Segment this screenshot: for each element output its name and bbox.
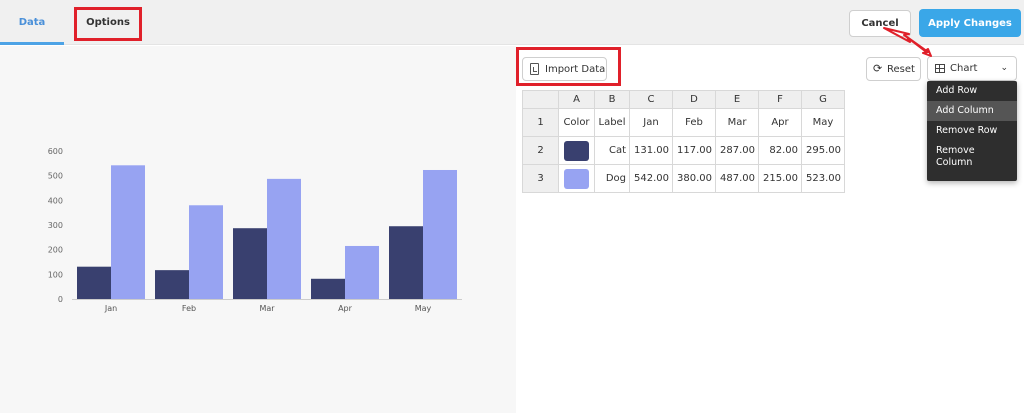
menu-item-add-column[interactable]: Add Column [927, 101, 1017, 121]
tab-options[interactable]: Options [74, 0, 142, 45]
table-cell[interactable]: 215.00 [758, 164, 802, 193]
y-tick-label: 400 [48, 196, 63, 205]
cancel-button[interactable]: Cancel [849, 10, 911, 37]
bar-chart: 0 100 200 300 400 500 600 Jan Feb Mar Apr May [48, 147, 462, 313]
table-cell[interactable]: Feb [672, 108, 716, 137]
y-tick-label: 0 [58, 295, 63, 304]
table-cell[interactable]: 487.00 [715, 164, 759, 193]
color-swatch[interactable] [564, 140, 589, 161]
table-row: 2 Cat 131.00 117.00 287.00 82.00 295.00 [522, 136, 845, 165]
column-letter[interactable]: G [801, 90, 845, 109]
menu-item-remove-row[interactable]: Remove Row [927, 121, 1017, 141]
table-row: 3 Dog 542.00 380.00 487.00 215.00 523.00 [522, 164, 845, 193]
color-cell[interactable] [558, 136, 595, 165]
import-data-label: Import Data [545, 63, 606, 75]
file-import-icon [530, 63, 539, 75]
bar-dog-feb [189, 205, 223, 299]
bar-dog-jan [111, 165, 145, 299]
x-tick-label: Apr [338, 304, 353, 313]
color-cell[interactable] [558, 164, 595, 193]
chart-preview-pane: 0 100 200 300 400 500 600 Jan Feb Mar Apr May [0, 46, 516, 413]
x-tick-label: Feb [182, 304, 196, 313]
column-letter[interactable]: B [594, 90, 630, 109]
bar-dog-mar [267, 178, 301, 299]
reset-label: Reset [887, 63, 915, 75]
table-cell[interactable]: Color [558, 108, 595, 137]
menu-item-add-row[interactable]: Add Row [927, 81, 1017, 101]
bar-cat-apr [311, 278, 345, 299]
table-cell[interactable]: 523.00 [801, 164, 845, 193]
table-cell[interactable]: 287.00 [715, 136, 759, 165]
reset-button[interactable]: ⟳ Reset [866, 57, 921, 81]
table-row: 1 Color Label Jan Feb Mar Apr May [522, 108, 845, 137]
y-tick-label: 600 [48, 147, 63, 156]
row-number[interactable]: 1 [522, 108, 559, 137]
table-cell[interactable]: 295.00 [801, 136, 845, 165]
x-tick-label: Mar [259, 304, 275, 313]
table-cell[interactable]: 131.00 [629, 136, 673, 165]
tab-data[interactable]: Data [0, 0, 64, 45]
column-letter[interactable]: D [672, 90, 716, 109]
column-letter-row: A B C D E F G [522, 90, 845, 109]
table-cell[interactable]: 542.00 [629, 164, 673, 193]
table-cell[interactable]: May [801, 108, 845, 137]
table-icon [935, 64, 945, 73]
column-letter[interactable]: A [558, 90, 595, 109]
import-data-button[interactable]: Import Data [522, 57, 607, 81]
column-letter[interactable]: E [715, 90, 759, 109]
bar-dog-apr [345, 245, 379, 299]
table-corner [522, 90, 559, 109]
dropdown-menu: Add Row Add Column Remove Row Remove Col… [927, 81, 1017, 181]
y-tick-label: 300 [48, 221, 63, 230]
color-swatch[interactable] [564, 168, 589, 189]
table-cell[interactable]: 117.00 [672, 136, 716, 165]
row-number[interactable]: 3 [522, 164, 559, 193]
y-tick-label: 100 [48, 270, 63, 279]
table-cell[interactable]: Mar [715, 108, 759, 137]
top-bar: Data Options Cancel Apply Changes [0, 0, 1024, 45]
bar-cat-may [389, 226, 423, 299]
x-tick-label: May [415, 304, 432, 313]
reset-icon: ⟳ [873, 62, 883, 75]
column-letter[interactable]: C [629, 90, 673, 109]
table-cell[interactable]: Dog [594, 164, 630, 193]
column-letter[interactable]: F [758, 90, 802, 109]
y-tick-label: 200 [48, 246, 63, 255]
bar-dog-may [423, 169, 457, 299]
bar-cat-mar [233, 228, 267, 299]
table-cell[interactable]: 380.00 [672, 164, 716, 193]
row-number[interactable]: 2 [522, 136, 559, 165]
table-cell[interactable]: 82.00 [758, 136, 802, 165]
data-table: A B C D E F G 1 Color Label Jan Feb Mar … [522, 90, 845, 193]
chart-select-value: Chart [950, 63, 978, 74]
bar-cat-jan [77, 266, 111, 299]
table-cell[interactable]: Label [594, 108, 630, 137]
chevron-down-icon: ⌄ [1000, 63, 1008, 73]
table-cell[interactable]: Cat [594, 136, 630, 165]
chart-type-select[interactable]: Chart ⌄ [927, 56, 1017, 81]
table-cell[interactable]: Apr [758, 108, 802, 137]
y-tick-label: 500 [48, 172, 63, 181]
x-tick-label: Jan [104, 304, 117, 313]
menu-item-remove-column[interactable]: Remove Column [927, 141, 1017, 173]
table-cell[interactable]: Jan [629, 108, 673, 137]
apply-changes-button[interactable]: Apply Changes [919, 9, 1021, 37]
bar-cat-feb [155, 270, 189, 299]
